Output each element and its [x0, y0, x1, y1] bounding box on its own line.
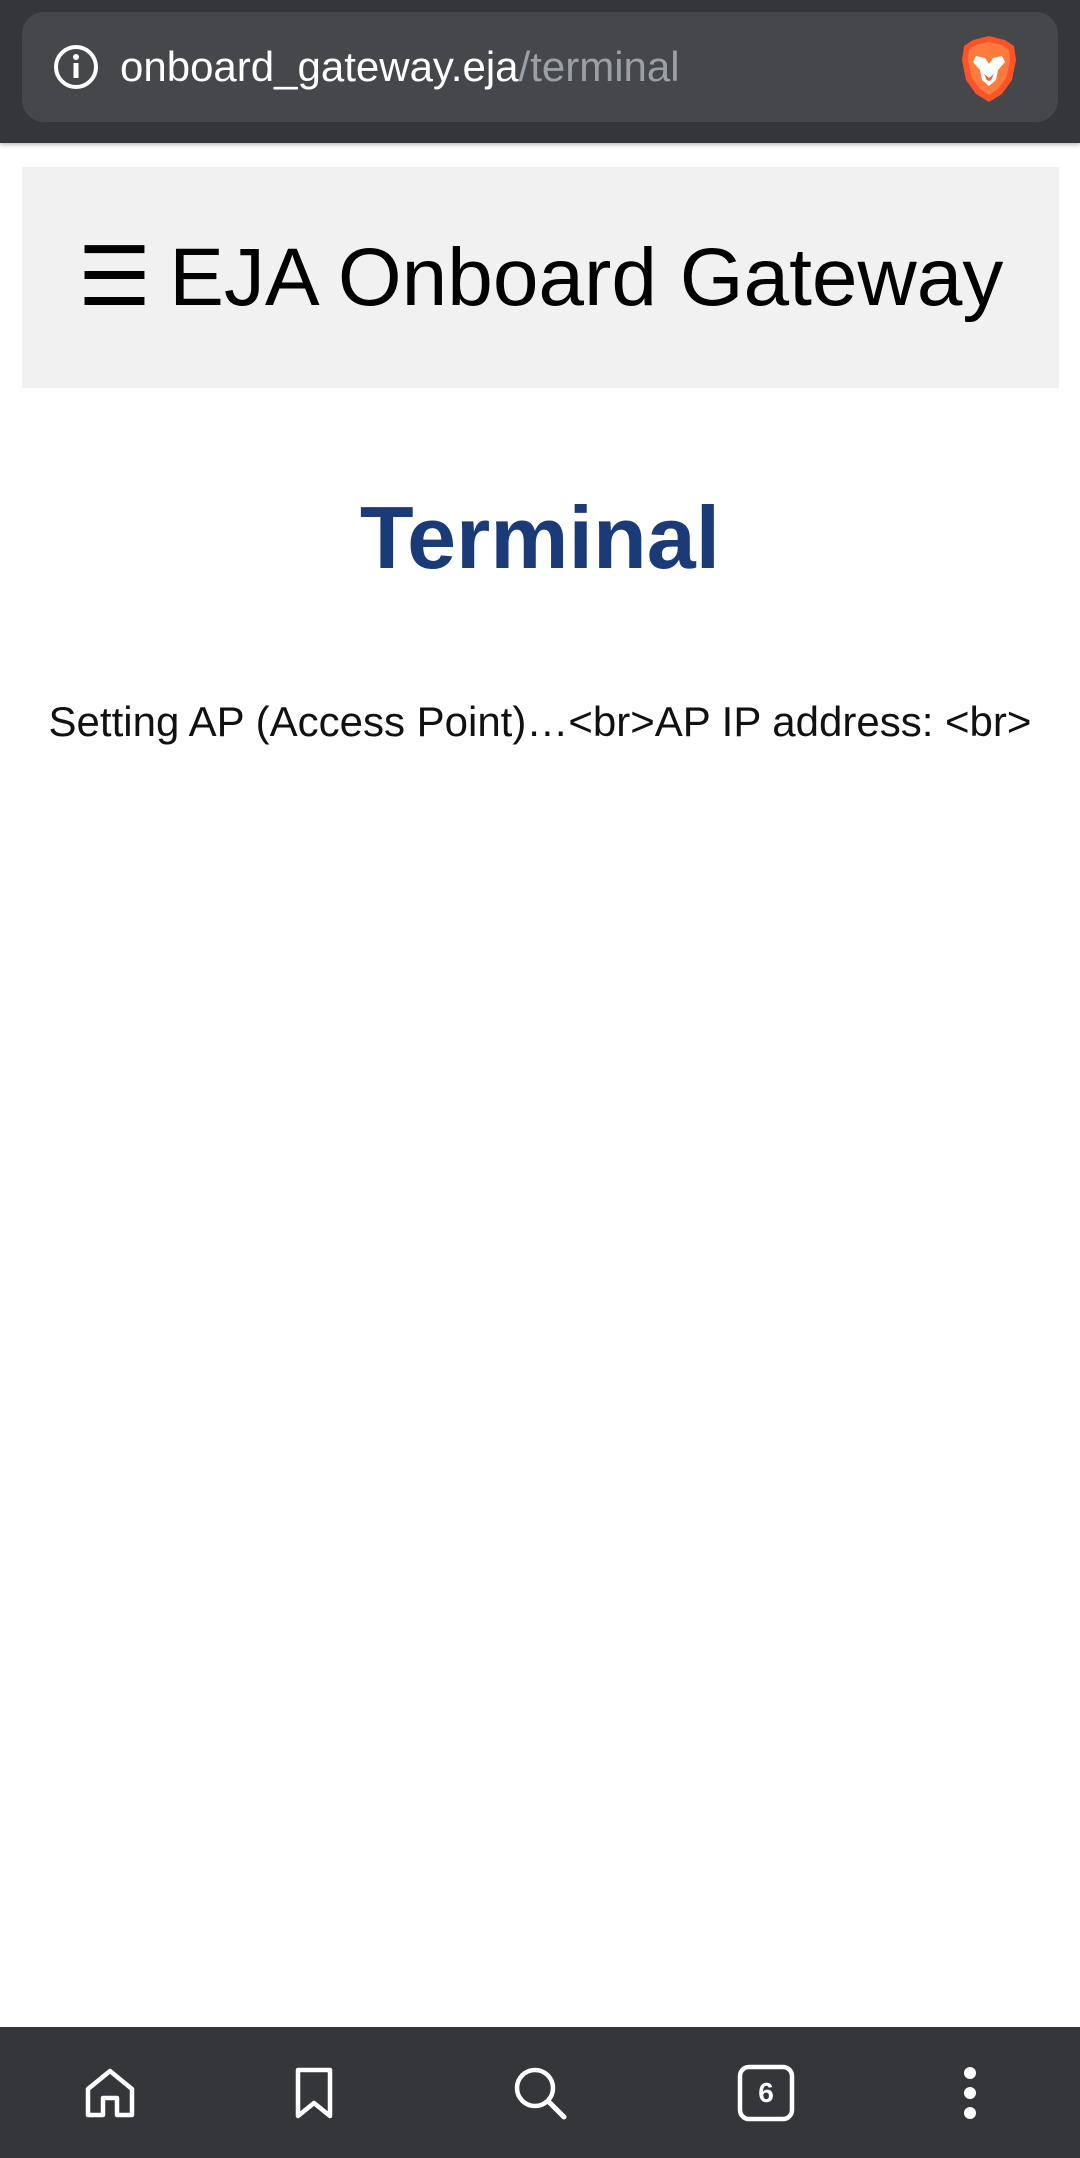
tabs-counter: 6 [736, 2063, 796, 2123]
info-icon[interactable] [52, 43, 100, 91]
home-button[interactable] [35, 2027, 185, 2158]
url-path: /terminal [518, 43, 680, 90]
page: onboard_gateway.eja/terminal ☰ EJA Onboa… [0, 0, 1080, 2158]
home-icon [85, 2068, 135, 2117]
search-button[interactable] [465, 2027, 615, 2158]
brave-lion-icon[interactable] [958, 34, 1020, 104]
site-title: EJA Onboard Gateway [169, 231, 1004, 323]
site-header: ☰ EJA Onboard Gateway [22, 167, 1059, 388]
tabs-button[interactable]: 6 [691, 2027, 841, 2158]
bookmark-icon [295, 2067, 333, 2118]
browser-bottom-bar: 6 [0, 2027, 1080, 2158]
search-icon [514, 2067, 567, 2119]
url-text[interactable]: onboard_gateway.eja/terminal [120, 37, 680, 97]
browser-toolbar: onboard_gateway.eja/terminal [0, 0, 1080, 143]
more-menu-button[interactable] [895, 2027, 1045, 2158]
more-vert-icon [964, 2066, 976, 2119]
tab-count: 6 [758, 2076, 774, 2108]
page-title: Terminal [359, 488, 721, 587]
address-bar[interactable]: onboard_gateway.eja/terminal [22, 12, 1058, 122]
terminal-output: Setting AP (Access Point)…<br>AP IP addr… [48, 698, 1032, 745]
hamburger-menu-icon[interactable]: ☰ [78, 230, 152, 325]
site-header-bar[interactable]: ☰ EJA Onboard Gateway [22, 167, 1059, 388]
url-host: onboard_gateway.eja [120, 43, 519, 90]
bookmarks-button[interactable] [239, 2027, 389, 2158]
